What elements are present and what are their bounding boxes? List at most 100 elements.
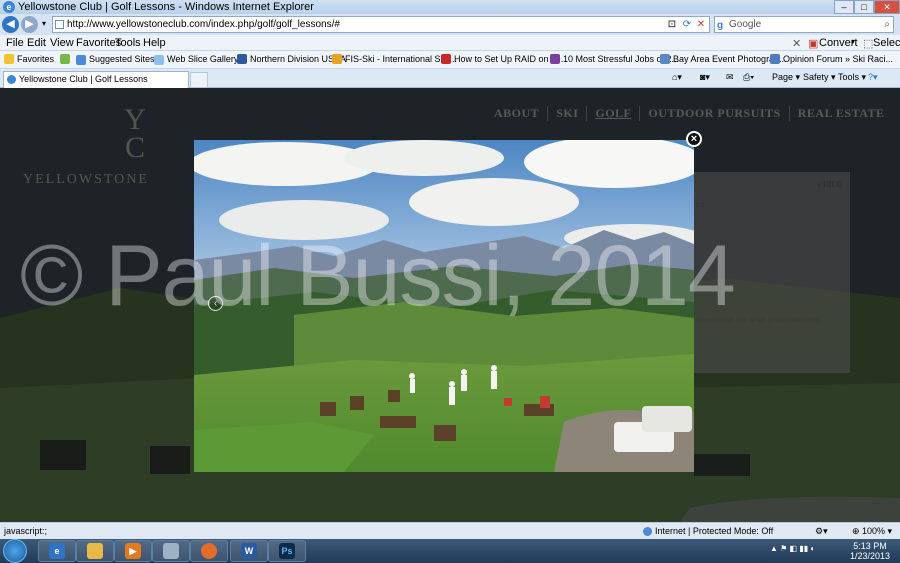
taskbar-calculator[interactable]	[152, 540, 190, 562]
clock[interactable]: 5:13 PM 1/23/2013	[850, 541, 890, 561]
feeds-icon[interactable]: ◙▾	[700, 72, 710, 83]
tab-label: Yellowstone Club | Golf Lessons	[19, 74, 148, 84]
add-favorite-button[interactable]	[60, 54, 73, 64]
history-dropdown-icon[interactable]: ▾	[37, 17, 51, 31]
fav-fis-ski[interactable]: FIS-Ski - International Ski ...	[332, 54, 457, 64]
fav-label: Suggested Sites ▾	[89, 54, 162, 64]
search-placeholder: Google	[729, 19, 762, 30]
clock-time: 5:13 PM	[853, 541, 887, 551]
fav-bay-area-photography[interactable]: Bay Area Event Photograp...	[660, 54, 787, 64]
site-nav: ABOUT SKI GOLF OUTDOOR PURSUITS REAL EST…	[494, 106, 893, 121]
taskbar-internet-explorer[interactable]: e	[38, 540, 76, 562]
new-tab-button[interactable]	[190, 72, 208, 88]
fav-web-slice-gallery[interactable]: Web Slice Gallery ▾	[154, 54, 245, 65]
nav-ski[interactable]: SKI	[547, 106, 586, 121]
taskbar-word[interactable]: W	[230, 540, 268, 562]
menu-help[interactable]: Help	[143, 37, 166, 49]
media-player-icon: ▶	[125, 543, 141, 559]
window-controls: – □ ✕	[834, 0, 900, 14]
security-zone[interactable]: Internet | Protected Mode: Off	[643, 526, 773, 536]
fav-label: How to Set Up RAID on Y...	[454, 54, 564, 64]
minimize-button[interactable]: –	[834, 0, 854, 14]
select-icon: ⬚	[863, 38, 874, 50]
nav-real-estate[interactable]: REAL ESTATE	[788, 106, 893, 121]
menu-view[interactable]: View	[50, 37, 74, 49]
page-content: YC YELLOWSTONE ABOUT SKI GOLF OUTDOOR PU…	[0, 88, 900, 522]
status-bar: javascript:; Internet | Protected Mode: …	[0, 522, 900, 539]
star-icon	[4, 54, 14, 64]
add-to-favorites-icon	[60, 54, 70, 64]
tab-favicon-icon	[7, 75, 16, 84]
close-window-button[interactable]: ✕	[874, 0, 900, 14]
clock-date: 1/23/2013	[850, 551, 891, 561]
photoshop-icon: Ps	[279, 543, 295, 559]
site-logo-text[interactable]: YELLOWSTONE	[23, 172, 149, 188]
favorites-label: Favorites	[17, 54, 55, 64]
menu-file[interactable]: File	[6, 37, 24, 49]
address-input[interactable]: http://www.yellowstoneclub.com/index.php…	[52, 16, 710, 33]
print-icon[interactable]: ⎙▾	[743, 72, 754, 83]
panel-heading: ns	[696, 200, 705, 209]
search-input[interactable]: g Google ⌕	[714, 16, 894, 33]
windows-taskbar: e ▶ W Ps ▲ ⚑ ◧ ▮▮ ◐ 5:13 PM 1/23/2013	[0, 539, 900, 563]
refresh-icon[interactable]: ⟳	[680, 18, 694, 32]
convert-icon: ▣	[808, 38, 819, 50]
menu-bar: File Edit View Favorites Tools Help ✕ ▣ …	[0, 35, 900, 51]
hide-panel-link[interactable]: « HIDE	[817, 180, 842, 189]
safety-menu[interactable]: Safety ▾	[803, 72, 836, 83]
select-button[interactable]: Select	[873, 37, 900, 49]
protected-mode-icon[interactable]: ⚙▾	[815, 526, 828, 537]
firefox-icon	[201, 543, 217, 559]
nav-about[interactable]: ABOUT	[494, 106, 547, 121]
word-icon: W	[241, 543, 257, 559]
menu-edit[interactable]: Edit	[27, 37, 46, 49]
window-title: Yellowstone Club | Golf Lessons - Window…	[18, 1, 314, 13]
page-icon	[55, 20, 64, 29]
taskbar-firefox[interactable]	[190, 540, 228, 562]
yc-logo-icon[interactable]: YC	[105, 105, 165, 166]
calculator-icon	[163, 543, 179, 559]
forward-button[interactable]: ▶	[21, 16, 38, 33]
tools-menu[interactable]: Tools ▾	[838, 72, 866, 83]
window-titlebar: e Yellowstone Club | Golf Lessons - Wind…	[0, 0, 900, 14]
google-icon: g	[717, 20, 724, 31]
ie-logo-icon: e	[3, 1, 15, 13]
tab-golf-lessons[interactable]: Yellowstone Club | Golf Lessons	[3, 71, 189, 88]
system-tray[interactable]: ▲ ⚑ ◧ ▮▮ ◐	[770, 544, 815, 553]
status-text: javascript:;	[4, 526, 48, 536]
fav-suggested-sites[interactable]: Suggested Sites ▾	[76, 54, 162, 65]
taskbar-media-player[interactable]: ▶	[114, 540, 152, 562]
address-toolbar: ◀ ▶ ▾ http://www.yellowstoneclub.com/ind…	[0, 14, 900, 35]
fav-raid-setup[interactable]: How to Set Up RAID on Y...	[441, 54, 563, 64]
ie-icon: e	[49, 543, 65, 559]
compatibility-view-icon[interactable]: ⊡	[665, 18, 679, 32]
fav-opinion-forum[interactable]: Opinion Forum » Ski Raci...	[770, 54, 893, 64]
zoom-level[interactable]: ⊕ 100% ▾	[852, 526, 892, 537]
copyright-watermark: © Paul Bussi, 2014	[20, 228, 736, 324]
taskbar-windows-explorer[interactable]	[76, 540, 114, 562]
address-url: http://www.yellowstoneclub.com/index.php…	[67, 19, 340, 30]
taskbar-photoshop[interactable]: Ps	[268, 540, 306, 562]
stop-icon[interactable]: ✕	[694, 18, 708, 32]
search-icon[interactable]: ⌕	[884, 17, 890, 32]
fav-label: Opinion Forum » Ski Raci...	[783, 54, 894, 64]
convert-dropdown-icon[interactable]: ▾	[851, 37, 855, 46]
page-menu[interactable]: Page ▾	[772, 72, 800, 83]
maximize-button[interactable]: □	[854, 0, 874, 14]
mail-icon[interactable]: ✉	[726, 72, 734, 83]
close-toolbar-icon[interactable]: ✕	[792, 37, 801, 50]
start-button[interactable]	[3, 539, 27, 563]
help-menu[interactable]: ?▾	[868, 72, 878, 83]
folder-icon	[87, 543, 103, 559]
home-icon[interactable]: ⌂▾	[672, 72, 682, 83]
favorites-bar: Favorites Suggested Sites ▾ Web Slice Ga…	[0, 51, 900, 69]
menu-tools[interactable]: Tools	[115, 37, 141, 49]
lightbox-close-button[interactable]: ×	[686, 131, 702, 147]
fav-northern-division-ussa[interactable]: Northern Division USSA	[237, 54, 346, 64]
nav-golf[interactable]: GOLF	[586, 106, 639, 121]
tab-bar: Yellowstone Club | Golf Lessons ⌂▾ ◙▾ ✉ …	[0, 69, 900, 88]
nav-outdoor-pursuits[interactable]: OUTDOOR PURSUITS	[639, 106, 788, 121]
fav-label: Web Slice Gallery ▾	[167, 54, 246, 64]
favorites-button[interactable]: Favorites	[4, 54, 54, 64]
back-button[interactable]: ◀	[2, 16, 19, 33]
